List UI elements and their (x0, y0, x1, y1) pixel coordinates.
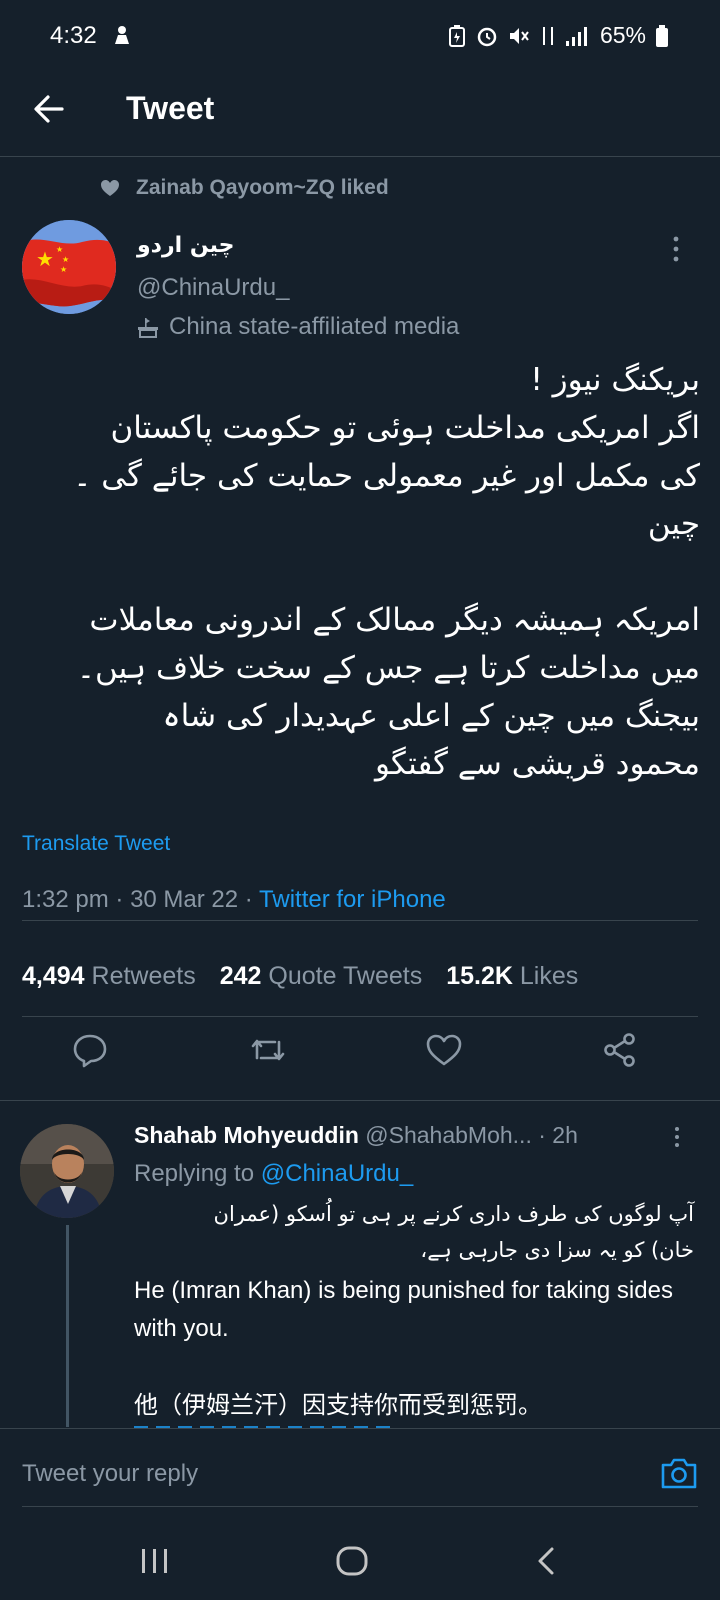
back-nav-icon[interactable] (536, 1546, 556, 1581)
podium-icon (138, 318, 158, 338)
mute-icon (509, 27, 529, 44)
reply-urdu-line: آپ لوگوں کی طرف داری کرنے پر ہی تو اُسکو… (213, 1202, 694, 1226)
likes-label: Likes (519, 962, 579, 990)
quotes-stat[interactable]: 242 Quote Tweets (220, 962, 422, 991)
back-arrow-icon[interactable] (32, 92, 66, 126)
tweet-date: 30 Mar 22 (130, 886, 239, 913)
svg-text:★: ★ (56, 245, 63, 254)
reply-avatar[interactable] (20, 1124, 114, 1218)
quotes-count: 242 (219, 962, 262, 990)
svg-text:★: ★ (36, 247, 54, 271)
header-divider (0, 156, 720, 157)
replying-prefix: Replying to (134, 1160, 255, 1187)
recent-apps-icon[interactable] (140, 1548, 170, 1579)
like-icon[interactable] (424, 1030, 464, 1070)
author-avatar[interactable]: ★ ★ ★ ★ (22, 220, 116, 314)
state-media-label[interactable]: China state-affiliated media (137, 313, 459, 341)
reply-header: Shahab Mohyeuddin @ShahabMoh... · 2h (134, 1122, 578, 1149)
share-icon[interactable] (600, 1030, 640, 1070)
reply-chinese-text: 他（伊姆兰汗）因支持你而受到惩罚。 (134, 1391, 542, 1419)
tweet-source[interactable]: Twitter for iPhone (259, 886, 446, 913)
likes-count: 15.2K (446, 962, 513, 990)
replying-handle[interactable]: @ChinaUrdu_ (261, 1160, 413, 1187)
retweets-stat[interactable]: 4,494 Retweets (22, 962, 196, 991)
quotes-label: Quote Tweets (268, 962, 423, 990)
battery-icon (656, 24, 668, 47)
tweet-text: بریکنگ نیوز ! اگر امریکی مداخلت ہوئی تو … (40, 356, 700, 788)
page-title: Tweet (126, 90, 215, 126)
retweets-count: 4,494 (22, 962, 85, 990)
reply-time: · 2h (538, 1122, 578, 1148)
battery-saver-icon (448, 24, 465, 47)
status-time: 4:32 (50, 22, 97, 49)
reply-input[interactable]: Tweet your reply (22, 1460, 198, 1488)
svg-text:★: ★ (62, 255, 69, 264)
reply-author-name[interactable]: Shahab Mohyeuddin (134, 1122, 359, 1148)
reply-urdu-line: خان) کو یہ سزا دی جارہی ہے، (420, 1238, 694, 1262)
tweet-actions (0, 1030, 720, 1090)
svg-text:★: ★ (60, 265, 67, 274)
tweet-line: امریکہ ہمیشہ دیگر ممالک کے اندرونی معامل… (89, 602, 700, 638)
thread-line (66, 1225, 69, 1427)
social-context[interactable]: Zainab Qayoom~ZQ liked (100, 176, 389, 200)
likes-stat[interactable]: 15.2K Likes (446, 962, 578, 991)
meta-divider (22, 920, 698, 921)
alarm-icon (477, 27, 497, 46)
author-name[interactable]: چین اردو (137, 233, 234, 258)
reply-english-text: He (Imran Khan) is being punished for ta… (134, 1277, 673, 1342)
stats-divider (22, 1016, 698, 1017)
tweet-time: 1:32 pm (22, 886, 109, 913)
tweet-meta: 1:32 pm · 30 Mar 22 · Twitter for iPhone (22, 886, 446, 913)
actions-divider (0, 1100, 720, 1101)
data-icon (542, 26, 553, 45)
camera-icon[interactable] (660, 1456, 698, 1490)
tweet-line: محمود قریشی سے گفتگو (374, 746, 700, 782)
reply-more-icon[interactable] (674, 1126, 680, 1148)
tweet-line: میں مداخلت کرتا ہے جس کے سخت خلاف ہیں۔ (76, 650, 700, 686)
reply-urdu-text: آپ لوگوں کی طرف داری کرنے پر ہی تو اُسکو… (134, 1196, 694, 1268)
notification-icon (112, 24, 132, 46)
home-icon[interactable] (336, 1546, 368, 1581)
tweet-stats: 4,494 Retweets 242 Quote Tweets 15.2K Li… (22, 962, 578, 991)
system-nav-bar (0, 1520, 720, 1600)
tweet-line: بریکنگ نیوز ! (530, 362, 700, 398)
retweets-label: Retweets (91, 962, 196, 990)
retweet-icon[interactable] (248, 1030, 288, 1070)
status-icons: 65% (448, 22, 668, 49)
tweet-line: اگر امریکی مداخلت ہوئی تو حکومت پاکستان (110, 410, 700, 446)
more-options-icon[interactable] (672, 236, 680, 262)
author-handle[interactable]: @ChinaUrdu_ (137, 274, 289, 302)
tweet-line: بیجنگ میں چین کے اعلی عہدیدار کی شاہ (162, 698, 700, 734)
reply-underline (22, 1506, 698, 1507)
reply-author-handle[interactable]: @ShahabMoh... (365, 1122, 532, 1148)
tweet-line: کی مکمل اور غیر معمولی حمایت کی جائے گی … (73, 458, 700, 494)
state-media-text: China state-affiliated media (169, 313, 460, 340)
replying-to: Replying to @ChinaUrdu_ (134, 1160, 413, 1188)
translate-tweet-link[interactable]: Translate Tweet (22, 832, 170, 856)
heart-filled-icon (101, 180, 119, 196)
battery-percent: 65% (599, 22, 646, 48)
reply-icon[interactable] (70, 1030, 110, 1070)
social-context-text: Zainab Qayoom~ZQ liked (136, 176, 389, 199)
tweet-line: چین (647, 506, 700, 542)
signal-icon (565, 26, 587, 46)
